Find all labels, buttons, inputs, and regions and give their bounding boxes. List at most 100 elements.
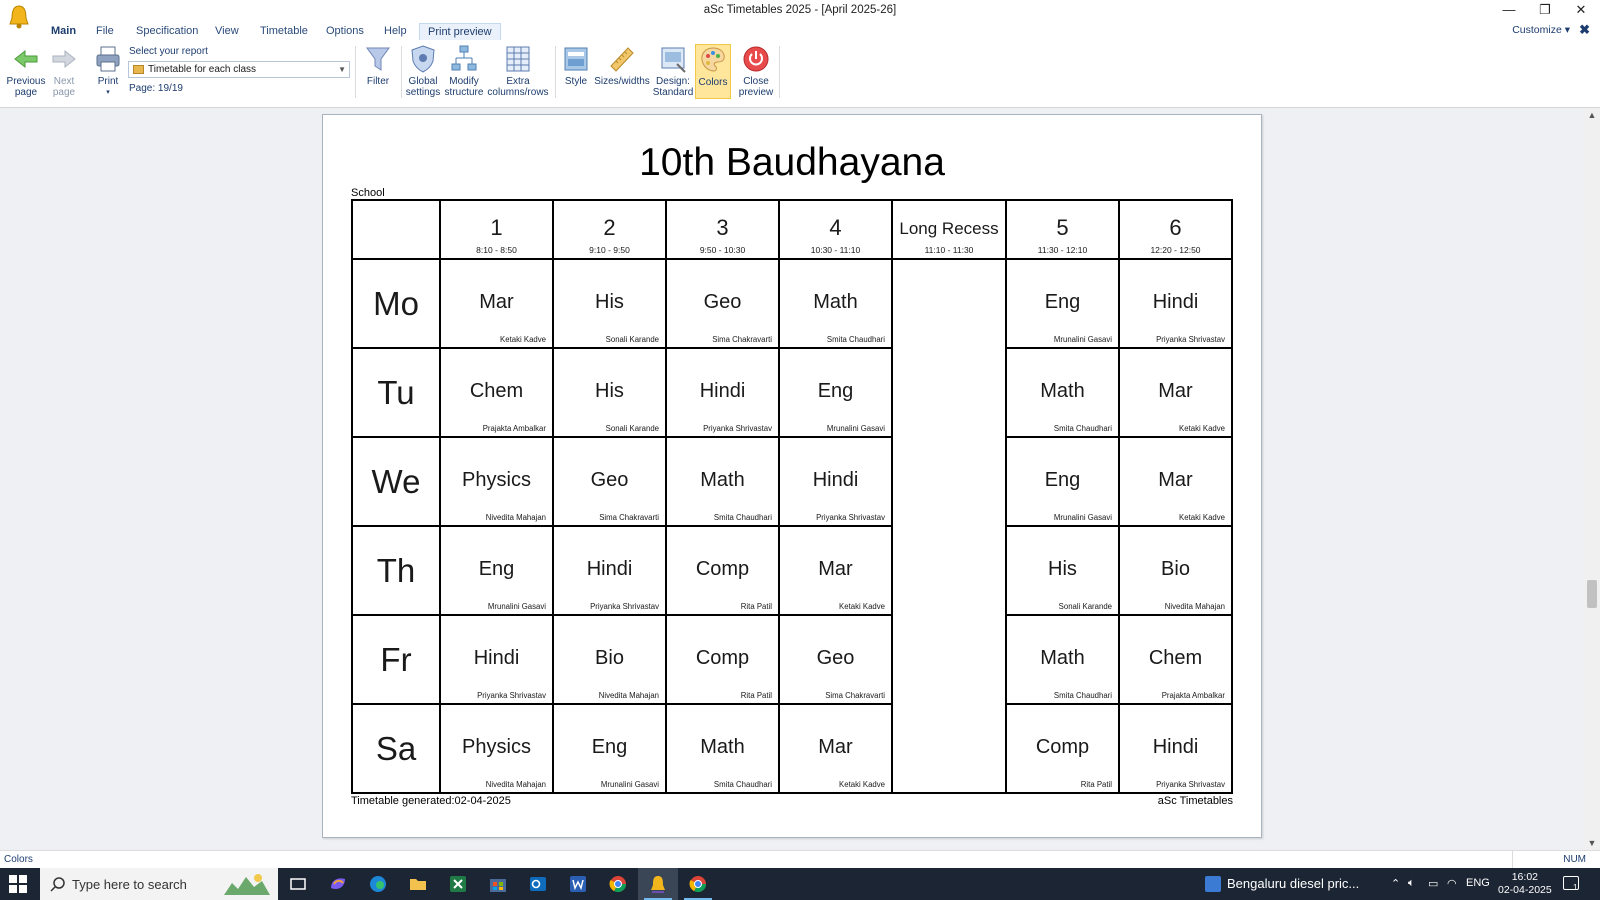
lesson-subject: Mar <box>818 558 853 580</box>
maximize-button[interactable]: ❐ <box>1527 2 1563 20</box>
excel-icon <box>450 876 466 892</box>
scroll-down-icon[interactable]: ▼ <box>1584 838 1600 848</box>
taskbar-app-explorer[interactable] <box>398 868 438 900</box>
structure-icon <box>451 45 477 71</box>
status-divider <box>1512 851 1513 869</box>
lesson-cell: Geo Sima Chakravarti <box>552 436 667 527</box>
taskbar-app-word[interactable] <box>558 868 598 900</box>
news-widget-icon[interactable] <box>1205 876 1221 892</box>
design-button[interactable]: Design: Standard <box>652 44 694 98</box>
taskbar-app-chrome[interactable] <box>598 868 638 900</box>
taskbar-search[interactable]: Type here to search <box>40 868 278 900</box>
day-row: Sa Physics Nivedita Mahajan Eng Mrunalini Ga… <box>351 703 1233 794</box>
next-page-button[interactable]: Next page <box>48 44 80 98</box>
period-header: 4 10:30 - 11:10 <box>778 199 893 260</box>
lesson-cell: Geo Sima Chakravarti <box>778 614 893 705</box>
global-settings-button[interactable]: Global settings <box>404 44 442 98</box>
tab-main[interactable]: Main <box>43 23 84 40</box>
period-time: 11:30 - 12:10 <box>1037 245 1088 255</box>
select-report-label: Select your report <box>129 46 208 57</box>
tab-view[interactable]: View <box>207 23 247 40</box>
wifi-icon[interactable]: ◠ <box>1447 877 1457 890</box>
lesson-cell: Hindi Priyanka Shrivastav <box>1118 258 1233 349</box>
volume-icon[interactable]: 🔈︎ <box>1408 877 1415 890</box>
lesson-teacher: Sima Chakravarti <box>599 513 659 522</box>
vertical-scrollbar[interactable]: ▲ ▼ <box>1584 108 1600 850</box>
arrow-right-icon <box>52 49 76 69</box>
tab-file[interactable]: File <box>88 23 122 40</box>
taskbar-app-store[interactable] <box>478 868 518 900</box>
clock-date: 02-04-2025 <box>1498 884 1552 896</box>
lesson-teacher: Sima Chakravarti <box>712 335 772 344</box>
lesson-subject: Chem <box>1148 647 1203 669</box>
taskbar-app-copilot[interactable] <box>318 868 358 900</box>
lesson-cell: Mar Ketaki Kadve <box>1118 347 1233 438</box>
lesson-cell: Mar Ketaki Kadve <box>778 703 893 794</box>
ruler-icon <box>610 47 634 72</box>
task-view-button[interactable] <box>278 868 318 900</box>
chevron-up-icon[interactable]: ⌃ <box>1391 877 1400 890</box>
scroll-up-icon[interactable]: ▲ <box>1584 110 1600 120</box>
windows-start-icon[interactable] <box>8 874 28 894</box>
scroll-thumb[interactable] <box>1587 580 1597 608</box>
clock-time: 16:02 <box>1511 871 1538 883</box>
taskbar-clock[interactable]: 16:02 02-04-2025 <box>1498 871 1552 897</box>
search-placeholder: Type here to search <box>72 877 187 892</box>
close-window-button[interactable]: ✕ <box>1563 2 1599 20</box>
news-widget[interactable]: Bengaluru diesel pric... <box>1227 876 1359 891</box>
style-button[interactable]: Style <box>560 44 592 88</box>
extra-columns-rows-button[interactable]: Extra columns/rows <box>487 44 549 98</box>
filter-button[interactable]: Filter <box>361 44 395 88</box>
tab-options[interactable]: Options <box>318 23 372 40</box>
lesson-teacher: Smita Chaudhari <box>1053 424 1112 433</box>
extra-columns-rows-label: Extra columns/rows <box>487 76 549 98</box>
modify-structure-button[interactable]: Modify structure <box>444 44 484 98</box>
taskbar-app-asc-timetables[interactable] <box>638 868 678 900</box>
battery-icon[interactable]: ▭ <box>1428 877 1438 890</box>
ribbon-close-icon[interactable]: ✖ <box>1579 22 1590 38</box>
tab-print-preview[interactable]: Print preview <box>419 23 501 40</box>
lesson-subject: Hindi <box>1152 291 1199 313</box>
lesson-teacher: Sonali Karande <box>605 424 659 433</box>
num-lock-indicator: NUM <box>1563 854 1586 865</box>
taskbar-app-excel[interactable] <box>438 868 478 900</box>
report-select[interactable]: Timetable for each class ▼ <box>128 61 350 78</box>
language-indicator[interactable]: ENG <box>1466 877 1490 889</box>
day-label: Tu <box>351 347 441 438</box>
customize-menu[interactable]: Customize ▾ <box>1512 24 1570 36</box>
lesson-subject: Math <box>700 736 745 758</box>
word-icon <box>570 876 586 892</box>
generated-date: Timetable generated:02-04-2025 <box>351 795 511 807</box>
taskbar-app-edge[interactable] <box>358 868 398 900</box>
preview-area[interactable]: 10th Baudhayana School 1 8:10 - 8:50 2 9:1… <box>0 108 1584 850</box>
lesson-cell: Eng Mrunalini Gasavi <box>1005 436 1120 527</box>
taskbar-app-chrome-2[interactable] <box>678 868 718 900</box>
lesson-cell: Hindi Priyanka Shrivastav <box>552 525 667 616</box>
minimize-button[interactable]: — <box>1491 2 1527 20</box>
close-preview-button[interactable]: Close preview <box>737 44 775 98</box>
colors-button[interactable]: Colors <box>695 44 731 99</box>
print-dropdown-icon[interactable]: ▾ <box>92 88 124 99</box>
report-icon <box>133 65 144 74</box>
lesson-teacher: Prajakta Ambalkar <box>482 424 546 433</box>
previous-page-button[interactable]: Previous page <box>5 44 47 98</box>
print-button[interactable]: Print ▾ <box>92 44 124 98</box>
lesson-cell: Comp Rita Patil <box>665 614 780 705</box>
lesson-cell: Mar Ketaki Kadve <box>778 525 893 616</box>
lesson-teacher: Ketaki Kadve <box>500 335 546 344</box>
tab-timetable[interactable]: Timetable <box>252 23 316 40</box>
period-header: 2 9:10 - 9:50 <box>552 199 667 260</box>
tab-specification[interactable]: Specification <box>128 23 206 40</box>
lesson-cell: Eng Mrunalini Gasavi <box>1005 258 1120 349</box>
menu-bar: Main File Specification View Timetable O… <box>0 22 1600 40</box>
taskbar-app-outlook[interactable] <box>518 868 558 900</box>
status-bar: Colors NUM <box>0 850 1600 869</box>
period-header: 6 12:20 - 12:50 <box>1118 199 1233 260</box>
day-row: Fr Hindi Priyanka Shrivastav Bio Nivedita Ma… <box>351 614 1233 705</box>
lesson-cell: Chem Prajakta Ambalkar <box>439 347 554 438</box>
sizes-widths-button[interactable]: Sizes/widths <box>594 44 650 88</box>
period-time: 9:50 - 10:30 <box>699 245 746 255</box>
period-time: 12:20 - 12:50 <box>1150 245 1201 255</box>
tab-help[interactable]: Help <box>376 23 415 40</box>
lesson-teacher: Ketaki Kadve <box>839 602 885 611</box>
